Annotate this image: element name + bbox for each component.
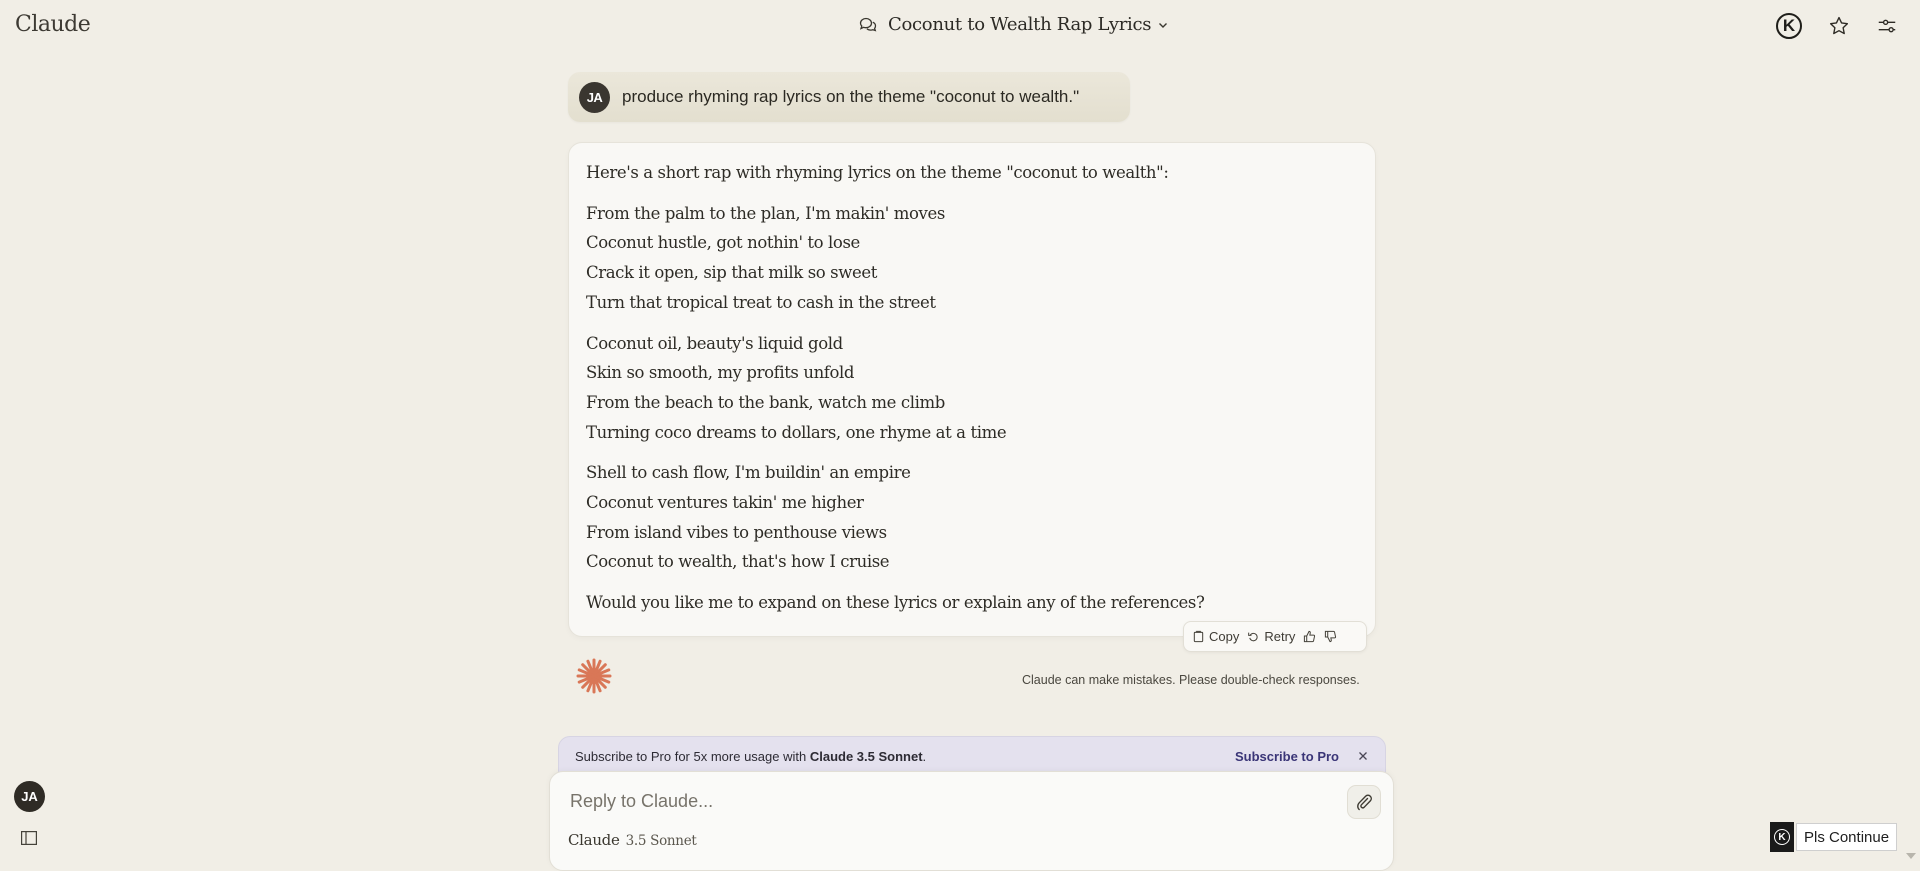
lyric-line: Coconut ventures takin' me higher [586,493,864,513]
assistant-outro: Would you like me to expand on these lyr… [586,593,1205,613]
retry-label: Retry [1264,629,1296,644]
model-version: 3.5 Sonnet [625,833,697,849]
lyric-line: Coconut oil, beauty's liquid gold [586,333,843,353]
extension-widget: K Pls Continue [1770,822,1898,852]
banner-text-suffix: . [922,748,927,764]
lyric-line: Turning coco dreams to dollars, one rhym… [586,422,1007,442]
sliders-icon[interactable] [1876,15,1898,37]
lyric-line: Turn that tropical treat to cash in the … [586,292,936,312]
thumbs-up-button[interactable] [1303,630,1316,643]
thumbs-up-icon [1304,630,1316,643]
assistant-message: Here's a short rap with rhyming lyrics o… [568,142,1376,637]
user-message-text: produce rhyming rap lyrics on the theme … [622,87,1080,106]
sidebar-toggle-icon[interactable] [21,831,37,845]
k-logo-icon: K [1774,829,1790,845]
model-name: Claude [568,831,620,849]
claude-spark-icon [576,658,612,694]
pls-continue-button[interactable]: Pls Continue [1796,823,1898,851]
copy-button[interactable]: Copy [1192,629,1239,644]
lyric-line: From the palm to the plan, I'm makin' mo… [586,203,945,223]
subscribe-banner: Subscribe to Pro for 5x more usage with … [558,736,1386,776]
chevron-down-icon [1159,22,1168,28]
lyrics-stanza-2: Coconut oil, beauty's liquid gold Skin s… [586,329,1358,448]
subscribe-to-pro-link[interactable]: Subscribe to Pro [1235,749,1339,764]
app-logo[interactable]: Claude [15,12,91,37]
attach-file-button[interactable] [1347,785,1381,819]
reply-input[interactable] [568,790,1312,813]
account-avatar[interactable]: JA [14,781,45,812]
lyric-line: From the beach to the bank, watch me cli… [586,392,945,412]
k-logo-icon[interactable]: K [1776,13,1802,39]
banner-text-prefix: Subscribe to Pro for 5x more usage with [575,748,810,764]
assistant-intro: Here's a short rap with rhyming lyrics o… [586,163,1169,182]
lyric-line: From island vibes to penthouse views [586,522,887,542]
clipboard-icon [1193,630,1204,643]
thumbs-down-icon [1325,630,1337,643]
paperclip-icon [1357,794,1372,811]
lyric-line: Shell to cash flow, I'm buildin' an empi… [586,463,911,483]
chat-bubbles-icon [859,17,877,32]
header-actions: K [1776,13,1898,39]
lyrics-stanza-1: From the palm to the plan, I'm makin' mo… [586,199,1358,318]
lyric-line: Coconut hustle, got nothin' to lose [586,233,860,253]
message-actions: Copy Retry [1183,621,1367,652]
lyric-line: Coconut to wealth, that's how I cruise [586,552,890,572]
conversation-title-dropdown[interactable]: Coconut to Wealth Rap Lyrics [858,14,1169,35]
scroll-down-arrow[interactable] [1906,853,1916,859]
thumbs-down-button[interactable] [1324,630,1337,643]
copy-label: Copy [1209,629,1240,644]
model-selector[interactable]: Claude 3.5 Sonnet [568,831,697,849]
user-avatar: JA [579,81,610,113]
lyrics-stanza-3: Shell to cash flow, I'm buildin' an empi… [586,458,1358,577]
retry-icon [1248,632,1258,642]
extension-logo: K [1770,822,1794,852]
star-icon[interactable] [1828,15,1850,37]
message-composer: Claude 3.5 Sonnet [549,771,1394,871]
lyric-line: Crack it open, sip that milk so sweet [586,263,877,283]
conversation-title: Coconut to Wealth Rap Lyrics [888,14,1152,35]
banner-text: Subscribe to Pro for 5x more usage with … [575,749,926,764]
user-message: JA produce rhyming rap lyrics on the the… [568,72,1130,122]
close-icon[interactable] [1357,750,1369,762]
lyric-line: Skin so smooth, my profits unfold [586,363,855,383]
disclaimer-text: Claude can make mistakes. Please double-… [1022,673,1360,687]
retry-button[interactable]: Retry [1247,629,1295,644]
banner-model-name: Claude 3.5 Sonnet [809,748,923,764]
